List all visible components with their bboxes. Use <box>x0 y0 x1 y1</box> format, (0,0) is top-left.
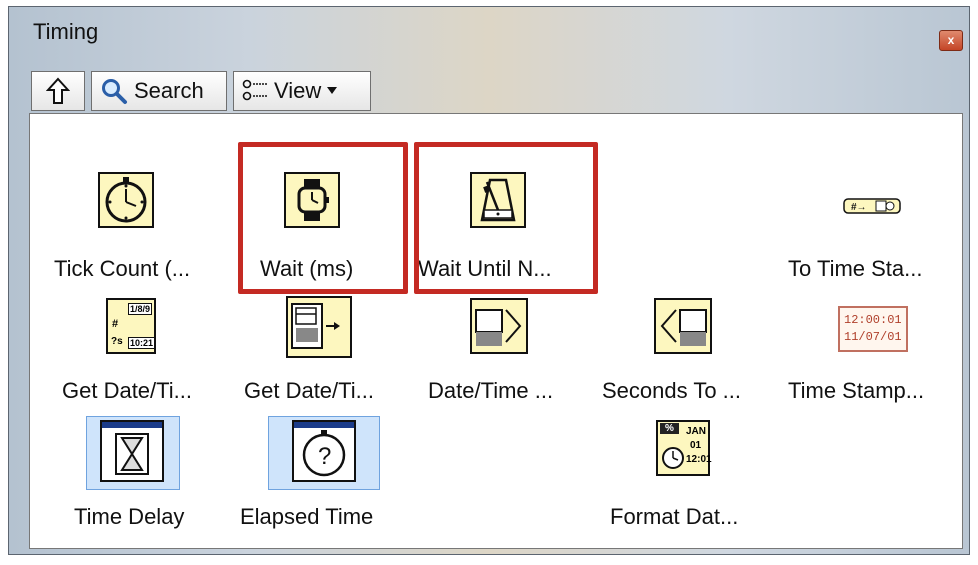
timestamp-time: 12:00:01 <box>844 313 902 327</box>
search-button[interactable]: Search <box>91 71 227 111</box>
get-date-time-string-icon: 1/8/9 # ?s 10:21 <box>106 298 156 354</box>
hourglass-icon <box>100 420 164 482</box>
time-text: 10:21 <box>128 337 156 349</box>
seconds-glyph: ?s <box>111 336 123 347</box>
view-button-label: View <box>274 78 322 103</box>
hash-glyph: # <box>112 318 119 330</box>
timestamp-date: 11/07/01 <box>844 330 902 344</box>
palette-item-label: Get Date/Ti... <box>62 378 193 403</box>
view-options-icon <box>242 79 267 101</box>
palette-item-label: Date/Time ... <box>428 378 554 403</box>
window-title: Timing <box>33 19 99 44</box>
palette-toolbar: Search View <box>31 71 371 111</box>
search-icon <box>102 79 127 104</box>
format-date-time-icon: % JAN 01 12:01 <box>656 420 712 476</box>
palette-item-label: Format Dat... <box>610 504 739 529</box>
highlight-box-wait-until-next <box>414 142 598 294</box>
date-time-to-seconds-icon <box>470 298 528 354</box>
title-bar[interactable]: Timing x <box>9 7 969 59</box>
palette-item-label: Tick Count (... <box>54 256 191 281</box>
highlight-box-wait-ms <box>238 142 408 294</box>
palette-panel: Tick Count (... Wait (ms) Wait Until N..… <box>29 113 963 549</box>
close-icon: x <box>947 33 955 47</box>
palette-item-label: Time Stamp... <box>788 378 925 403</box>
date-text: 1/8/9 <box>128 303 153 315</box>
palette-item-label: Elapsed Time <box>240 504 374 529</box>
seconds-to-date-time-icon <box>654 298 712 354</box>
format-day: 01 <box>690 440 702 451</box>
palette-item-label: Time Delay <box>74 504 185 529</box>
elapsed-time-icon: ? <box>292 420 356 482</box>
close-button[interactable]: x <box>939 30 963 51</box>
dropdown-arrow-icon <box>327 87 338 94</box>
format-time: 12:01 <box>686 454 712 465</box>
palette-item-label: Seconds To ... <box>602 378 742 403</box>
svg-text:?: ? <box>318 443 331 470</box>
to-timestamp-icon: #→ <box>842 196 902 216</box>
timestamp-constant-icon: 12:00:01 11/07/01 <box>838 306 908 352</box>
svg-text:#→: #→ <box>851 202 867 213</box>
timing-palette-window: Timing x Search View Tick Count (... Wai… <box>8 6 970 555</box>
stopwatch-icon <box>98 172 154 228</box>
search-button-label: Search <box>134 78 204 103</box>
format-month: JAN <box>686 426 707 437</box>
clock-icon <box>662 447 684 469</box>
up-button[interactable] <box>31 71 85 111</box>
palette-item-label: Get Date/Ti... <box>244 378 375 403</box>
get-date-time-seconds-icon <box>286 296 352 358</box>
view-button[interactable]: View <box>233 71 371 111</box>
palette-item-label: To Time Sta... <box>788 256 923 281</box>
format-pct: % <box>660 423 679 434</box>
up-arrow-icon <box>46 77 70 104</box>
